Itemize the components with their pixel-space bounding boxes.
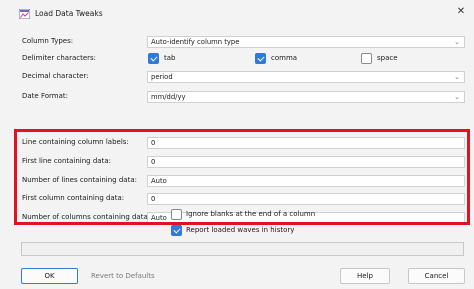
decimal-value: period (151, 73, 173, 81)
report-waves-label: Report loaded waves in history (186, 226, 295, 234)
ok-button[interactable]: OK (21, 268, 78, 284)
column-types-select[interactable]: Auto-identify column type ⌄ (147, 36, 465, 48)
status-area (21, 242, 464, 256)
load-data-icon (19, 9, 30, 19)
chevron-down-icon: ⌄ (454, 93, 460, 101)
comma-checkbox-label: comma (271, 54, 298, 62)
title-bar: Load Data Tweaks ✕ (0, 0, 474, 24)
space-checkbox-label: space (377, 54, 398, 62)
report-waves-checkbox[interactable] (171, 225, 182, 236)
delimiter-label: Delimiter characters: (22, 54, 97, 62)
cancel-button[interactable]: Cancel (408, 268, 465, 284)
column-types-label: Column Types: (22, 37, 74, 45)
revert-defaults-button[interactable]: Revert to Defaults (91, 272, 155, 280)
ignore-blanks-label: Ignore blanks at the end of a column (186, 210, 316, 218)
help-button[interactable]: Help (340, 268, 390, 284)
load-data-tweaks-dialog: Load Data Tweaks ✕ Column Types: Auto-id… (0, 0, 474, 289)
close-icon: ✕ (456, 6, 466, 17)
date-format-select[interactable]: mm/dd/yy ⌄ (147, 91, 465, 103)
tab-checkbox-label: tab (164, 54, 176, 62)
date-format-label: Date Format: (22, 92, 68, 100)
ignore-blanks-checkbox[interactable] (171, 209, 182, 220)
space-checkbox[interactable] (361, 53, 372, 64)
tab-checkbox[interactable] (148, 53, 159, 64)
decimal-label: Decimal character: (22, 72, 89, 80)
date-format-value: mm/dd/yy (151, 93, 186, 101)
decimal-select[interactable]: period ⌄ (147, 71, 465, 83)
comma-checkbox[interactable] (255, 53, 266, 64)
dialog-title: Load Data Tweaks (35, 9, 103, 18)
close-button[interactable]: ✕ (452, 4, 470, 20)
chevron-down-icon: ⌄ (454, 38, 460, 46)
chevron-down-icon: ⌄ (454, 73, 460, 81)
column-types-value: Auto-identify column type (151, 38, 240, 46)
